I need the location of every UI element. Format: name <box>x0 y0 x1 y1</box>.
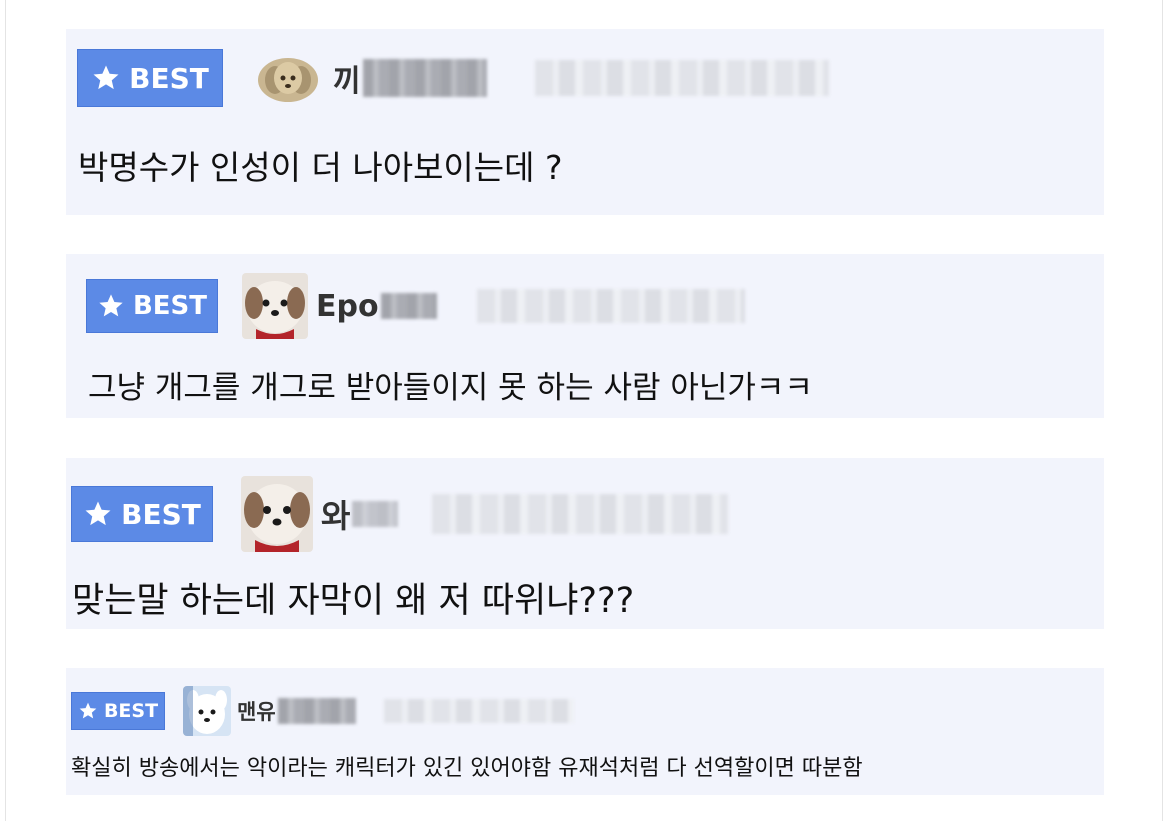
best-comment: BEST 와 맞는말 하는데 자막이 왜 저 따위냐??? <box>66 458 1104 629</box>
comment-text: 그냥 개그를 개그로 받아들이지 못 하는 사람 아닌가ㅋㅋ <box>88 370 813 406</box>
user-nickname[interactable]: 와 <box>321 491 350 537</box>
user-avatar[interactable] <box>183 686 231 736</box>
star-icon <box>85 501 111 526</box>
best-badge-label: BEST <box>132 291 208 321</box>
best-badge: BEST <box>71 692 165 730</box>
user-nickname[interactable]: Epo <box>316 289 379 324</box>
nickname-blur <box>352 501 399 527</box>
star-icon <box>79 702 97 719</box>
best-badge-label: BEST <box>129 61 209 95</box>
best-comment: BEST Epo 그냥 개그를 개그로 받아들이지 못 하는 사람 아닌가ㅋㅋ <box>66 254 1104 418</box>
nickname-blur <box>277 698 356 724</box>
star-icon <box>99 294 123 317</box>
comment-text: 박명수가 인성이 더 나아보이는데 ? <box>78 148 563 187</box>
best-badge-label: BEST <box>121 497 201 531</box>
best-badge: BEST <box>86 279 218 333</box>
comment-text: 맞는말 하는데 자막이 왜 저 따위냐??? <box>72 581 635 621</box>
nickname-blur <box>380 293 437 319</box>
user-nickname[interactable]: 끼 <box>333 56 361 100</box>
timestamp-blur <box>534 60 829 96</box>
timestamp-blur <box>432 494 729 534</box>
user-avatar[interactable] <box>255 50 321 106</box>
user-avatar[interactable] <box>241 476 313 552</box>
best-comment: BEST 끼 박명수가 인성이 더 나아보이는데 ? <box>66 29 1104 215</box>
comment-text: 확실히 방송에서는 악이라는 캐릭터가 있긴 있어야함 유재석처럼 다 선역할이… <box>71 756 863 781</box>
timestamp-blur <box>383 699 574 723</box>
best-comment: BEST 맨유 확실히 방송에서는 악이라는 캐릭터가 있긴 있어야함 유재석처… <box>66 668 1104 795</box>
best-badge-label: BEST <box>103 700 159 722</box>
timestamp-blur <box>476 289 745 323</box>
best-badge: BEST <box>77 49 223 107</box>
user-avatar[interactable] <box>242 273 308 339</box>
star-icon <box>93 65 119 90</box>
user-nickname[interactable]: 맨유 <box>237 696 276 726</box>
best-badge: BEST <box>71 486 213 542</box>
nickname-blur <box>362 59 487 97</box>
